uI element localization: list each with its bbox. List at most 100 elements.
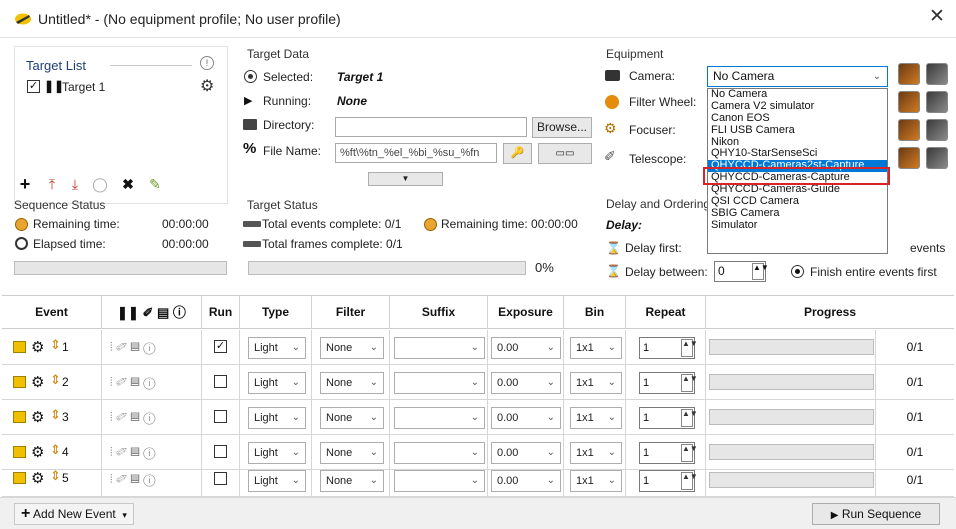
type-select[interactable]: Light ⌄ bbox=[248, 442, 306, 464]
run-checkbox[interactable] bbox=[214, 410, 227, 423]
repeat-input[interactable]: 1 ▲▼ bbox=[639, 407, 698, 429]
header-event[interactable]: Event bbox=[2, 296, 102, 329]
table-row[interactable]: ⚙ ⇕ 1 ⦙ ✐ ▤ ⓘ ✓ Light ⌄ None ⌄ ⌄ 0.00 ⌄ 1x1 ⌄ … bbox=[2, 330, 954, 365]
move-arrows-icon[interactable]: ⇕ bbox=[50, 407, 61, 423]
add-new-event-button[interactable]: + Add New Event ▾ bbox=[14, 503, 134, 525]
type-select[interactable]: Light ⌄ bbox=[248, 407, 306, 429]
directory-input[interactable] bbox=[335, 117, 527, 137]
spinner-icon[interactable]: ▲▼ bbox=[681, 339, 698, 357]
camera-option[interactable]: Canon EOS bbox=[708, 112, 887, 125]
wrench-icon[interactable] bbox=[898, 91, 920, 113]
exposure-select[interactable]: 0.00 ⌄ bbox=[491, 372, 561, 394]
camera-select[interactable]: No Camera ⌄ bbox=[707, 66, 888, 87]
spinner-icon[interactable]: ▲▼ bbox=[681, 409, 698, 427]
connect-icon[interactable] bbox=[926, 147, 948, 169]
finish-events-radio[interactable] bbox=[791, 265, 804, 278]
bin-select[interactable]: 1x1 ⌄ bbox=[570, 372, 622, 394]
gear-icon[interactable]: ⚙ bbox=[200, 76, 214, 96]
browse-button[interactable]: Browse... bbox=[532, 117, 592, 138]
delete-icon[interactable]: ✖ bbox=[117, 172, 139, 194]
header-exposure[interactable]: Exposure bbox=[488, 296, 564, 329]
suffix-select[interactable]: ⌄ bbox=[394, 442, 485, 464]
move-arrows-icon[interactable]: ⇕ bbox=[50, 442, 61, 458]
bin-select[interactable]: 1x1 ⌄ bbox=[570, 470, 622, 492]
header-filter[interactable]: Filter bbox=[312, 296, 390, 329]
gear-icon[interactable]: ⚙ bbox=[31, 408, 44, 426]
tokens-button[interactable]: ▭▭ bbox=[538, 143, 592, 164]
camera-option[interactable]: Simulator bbox=[708, 219, 887, 232]
header-run[interactable]: Run bbox=[202, 296, 240, 329]
close-icon[interactable]: ✕ bbox=[926, 6, 948, 28]
filter-select[interactable]: None ⌄ bbox=[320, 407, 384, 429]
header-bin[interactable]: Bin bbox=[564, 296, 626, 329]
connect-icon[interactable] bbox=[926, 91, 948, 113]
repeat-input[interactable]: 1 ▲▼ bbox=[639, 470, 698, 492]
gear-icon[interactable]: ⚙ bbox=[31, 470, 44, 487]
exposure-select[interactable]: 0.00 ⌄ bbox=[491, 337, 561, 359]
wrench-icon[interactable] bbox=[898, 119, 920, 141]
type-select[interactable]: Light ⌄ bbox=[248, 372, 306, 394]
connect-icon[interactable] bbox=[926, 63, 948, 85]
key-button[interactable]: 🔑 bbox=[503, 143, 532, 164]
repeat-input[interactable]: 1 ▲▼ bbox=[639, 372, 698, 394]
type-select[interactable]: Light ⌄ bbox=[248, 470, 306, 492]
header-progress[interactable]: Progress bbox=[706, 296, 954, 329]
header-type[interactable]: Type bbox=[240, 296, 312, 329]
suffix-select[interactable]: ⌄ bbox=[394, 470, 485, 492]
delay-between-input[interactable]: 0 ▲▼ bbox=[714, 261, 769, 282]
bin-select[interactable]: 1x1 ⌄ bbox=[570, 337, 622, 359]
spinner-icon[interactable]: ▲▼ bbox=[752, 263, 769, 280]
spinner-icon[interactable]: ▲▼ bbox=[681, 374, 698, 392]
camera-option[interactable]: SBIG Camera bbox=[708, 207, 887, 220]
filename-input[interactable]: %ft\%tn_%el_%bi_%su_%fn bbox=[335, 143, 497, 163]
type-select[interactable]: Light ⌄ bbox=[248, 337, 306, 359]
run-checkbox[interactable] bbox=[214, 445, 227, 458]
run-sequence-button[interactable]: ▶ Run Sequence bbox=[812, 503, 940, 525]
gear-icon[interactable]: ⚙ bbox=[31, 373, 44, 391]
run-checkbox[interactable] bbox=[214, 375, 227, 388]
wrench-icon[interactable] bbox=[898, 63, 920, 85]
run-checkbox[interactable] bbox=[214, 472, 227, 485]
spinner-icon[interactable]: ▲▼ bbox=[681, 444, 698, 462]
suffix-select[interactable]: ⌄ bbox=[394, 372, 485, 394]
filter-select[interactable]: None ⌄ bbox=[320, 372, 384, 394]
target-checkbox[interactable]: ✓ bbox=[27, 80, 40, 93]
target-list-item[interactable]: Target 1 bbox=[62, 80, 105, 94]
chevron-down-icon: ⌄ bbox=[291, 412, 300, 423]
connect-icon[interactable] bbox=[926, 119, 948, 141]
repeat-input[interactable]: 1 ▲▼ bbox=[639, 337, 698, 359]
gear-icon[interactable]: ⚙ bbox=[31, 338, 44, 356]
filter-select[interactable]: None ⌄ bbox=[320, 337, 384, 359]
exposure-select[interactable]: 0.00 ⌄ bbox=[491, 407, 561, 429]
bin-select[interactable]: 1x1 ⌄ bbox=[570, 442, 622, 464]
table-row[interactable]: ⚙ ⇕ 2 ⦙ ✐ ▤ ⓘ Light ⌄ None ⌄ ⌄ 0.00 ⌄ 1x1 ⌄ 1 ▲… bbox=[2, 365, 954, 400]
move-top-icon[interactable]: ⤒ bbox=[41, 172, 63, 194]
move-bottom-icon[interactable]: ⤓ bbox=[64, 172, 86, 194]
filter-select[interactable]: None ⌄ bbox=[320, 470, 384, 492]
run-checkbox[interactable]: ✓ bbox=[214, 340, 227, 353]
header-suffix[interactable]: Suffix bbox=[390, 296, 488, 329]
reset-icon[interactable]: ◯ bbox=[89, 172, 111, 194]
exposure-select[interactable]: 0.00 ⌄ bbox=[491, 442, 561, 464]
add-target-icon[interactable]: + bbox=[14, 172, 36, 194]
repeat-input[interactable]: 1 ▲▼ bbox=[639, 442, 698, 464]
table-row[interactable]: ⚙ ⇕ 5 ⦙ ✐ ▤ ⓘ Light ⌄ None ⌄ ⌄ 0.00 ⌄ 1x1 ⌄ 1 ▲… bbox=[2, 470, 954, 497]
suffix-select[interactable]: ⌄ bbox=[394, 337, 485, 359]
camera-option[interactable]: Camera V2 simulator bbox=[708, 100, 887, 113]
table-row[interactable]: ⚙ ⇕ 3 ⦙ ✐ ▤ ⓘ Light ⌄ None ⌄ ⌄ 0.00 ⌄ 1x1 ⌄ 1 ▲… bbox=[2, 400, 954, 435]
gear-icon[interactable]: ⚙ bbox=[31, 443, 44, 461]
bin-select[interactable]: 1x1 ⌄ bbox=[570, 407, 622, 429]
filter-select[interactable]: None ⌄ bbox=[320, 442, 384, 464]
table-row[interactable]: ⚙ ⇕ 4 ⦙ ✐ ▤ ⓘ Light ⌄ None ⌄ ⌄ 0.00 ⌄ 1x1 ⌄ 1 ▲… bbox=[2, 435, 954, 470]
exposure-select[interactable]: 0.00 ⌄ bbox=[491, 470, 561, 492]
header-repeat[interactable]: Repeat bbox=[626, 296, 706, 329]
move-arrows-icon[interactable]: ⇕ bbox=[50, 372, 61, 388]
wrench-icon[interactable] bbox=[898, 147, 920, 169]
expand-button[interactable]: ▼ bbox=[368, 172, 443, 186]
move-arrows-icon[interactable]: ⇕ bbox=[50, 337, 61, 353]
move-arrows-icon[interactable]: ⇕ bbox=[50, 470, 61, 484]
spinner-icon[interactable]: ▲▼ bbox=[681, 472, 698, 490]
camera-option[interactable]: FLI USB Camera bbox=[708, 124, 887, 137]
edit-icon[interactable]: ✎ bbox=[144, 172, 166, 194]
suffix-select[interactable]: ⌄ bbox=[394, 407, 485, 429]
